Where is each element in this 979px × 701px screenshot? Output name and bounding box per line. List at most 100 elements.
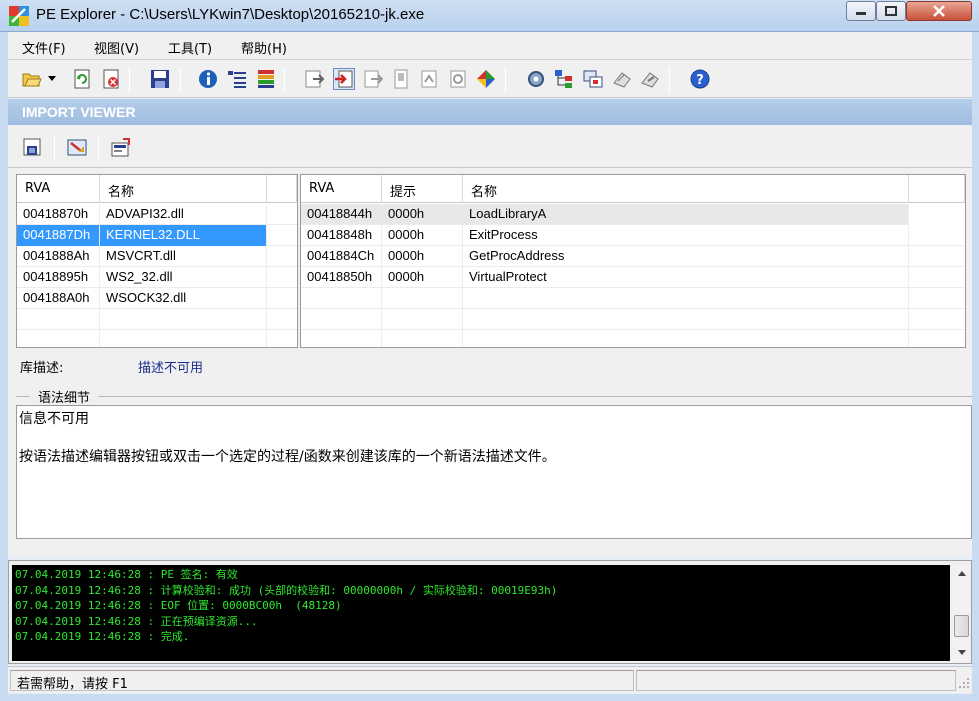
empty-cell xyxy=(382,288,463,309)
empty-cell xyxy=(463,330,909,347)
open-dropdown-button[interactable] xyxy=(46,68,58,90)
functions-grid: RVA 提示 名称 00418844h 0000h LoadLibraryA 0… xyxy=(300,174,966,348)
log-output[interactable]: 07.04.2019 12:46:28 : PE 签名: 有效 07.04.201… xyxy=(12,565,950,661)
menu-tools[interactable]: 工具(T) xyxy=(168,38,212,57)
column-header-filler xyxy=(267,175,297,203)
functions-grid-header: RVA 提示 名称 xyxy=(301,175,965,203)
export-list-button[interactable] xyxy=(110,136,132,158)
log-line: 07.04.2019 12:46:28 : 正在预编译资源... xyxy=(15,614,258,628)
library-rva: 0041888Ah xyxy=(17,246,100,267)
disassembler-button[interactable] xyxy=(525,68,547,90)
dependency-scanner-button[interactable] xyxy=(553,68,575,90)
column-header-rva[interactable]: RVA xyxy=(17,175,100,203)
data-directories-button[interactable] xyxy=(255,68,277,90)
info-button[interactable] xyxy=(197,68,219,90)
library-name: WSOCK32.dll xyxy=(100,288,267,309)
color-wheel-button[interactable] xyxy=(475,68,497,90)
toolbar-separator xyxy=(505,67,506,93)
menu-file[interactable]: 文件(F) xyxy=(22,38,66,57)
log-line: 07.04.2019 12:46:28 : PE 签名: 有效 xyxy=(15,568,238,581)
empty-cell xyxy=(301,309,382,330)
function-row-highlighted[interactable]: 00418844h 0000h LoadLibraryA xyxy=(301,204,909,225)
function-row[interactable]: 00418850h 0000h VirtualProtect xyxy=(301,267,965,288)
headers-icon xyxy=(228,71,246,88)
save-imports-button[interactable] xyxy=(22,136,44,158)
syntax-details-hint: 按语法描述编辑器按钮或双击一个选定的过程/函数来创建该库的一个新语法描述文件。 xyxy=(19,449,556,465)
info-icon xyxy=(199,70,217,88)
scroll-thumb[interactable] xyxy=(954,615,969,637)
window-frame-left xyxy=(0,32,8,701)
column-header-hint[interactable]: 提示 xyxy=(382,175,463,203)
syntax-editor-button[interactable] xyxy=(611,68,633,90)
scroll-down-button[interactable] xyxy=(953,644,970,661)
syntax-description-editor-icon xyxy=(67,139,87,156)
color-wheel-icon xyxy=(477,70,495,88)
empty-cell xyxy=(463,309,909,330)
function-row[interactable]: 00418848h 0000h ExitProcess xyxy=(301,225,965,246)
save-icon xyxy=(151,70,169,88)
empty-row xyxy=(301,288,965,309)
empty-cell xyxy=(463,288,909,309)
imports-icon xyxy=(335,70,353,88)
function-row[interactable]: 0041884Ch 0000h GetProcAddress xyxy=(301,246,965,267)
refresh-icon xyxy=(74,69,90,89)
function-name: LoadLibraryA xyxy=(463,204,909,225)
resource-editor-button[interactable] xyxy=(582,68,604,90)
tools-button[interactable] xyxy=(639,68,661,90)
function-rva: 0041884Ch xyxy=(301,246,382,267)
library-row[interactable]: 00418870h ADVAPI32.dll xyxy=(17,204,297,225)
log-scrollbar[interactable] xyxy=(953,565,970,661)
help-button[interactable]: ? xyxy=(689,68,711,90)
open-button[interactable] xyxy=(21,68,43,90)
reload-button[interactable] xyxy=(71,68,93,90)
export-list-icon xyxy=(111,138,130,157)
syntax-details-box[interactable]: 信息不可用 按语法描述编辑器按钮或双击一个选定的过程/函数来创建该库的一个新语法… xyxy=(16,405,972,539)
close-file-button[interactable] xyxy=(100,68,122,90)
library-name: WS2_32.dll xyxy=(100,267,267,288)
function-name: VirtualProtect xyxy=(463,267,909,288)
save-button[interactable] xyxy=(149,68,171,90)
empty-cell xyxy=(382,330,463,347)
dependencies-icon xyxy=(450,70,466,88)
title-bar: PE Explorer - C:\Users\LYKwin7\Desktop\2… xyxy=(0,0,979,32)
libraries-grid-header: RVA 名称 xyxy=(17,175,297,203)
empty-row xyxy=(17,330,297,347)
library-description-value: 描述不可用 xyxy=(138,361,204,376)
maximize-button[interactable] xyxy=(876,1,906,21)
empty-cell xyxy=(382,309,463,330)
function-hint: 0000h xyxy=(382,246,463,267)
library-rva: 00418895h xyxy=(17,267,100,288)
menu-view[interactable]: 视图(V) xyxy=(94,38,139,57)
dropdown-arrow-icon xyxy=(48,76,56,81)
column-header-name[interactable]: 名称 xyxy=(100,175,267,203)
status-cell-help: 若需帮助，请按 F1 xyxy=(10,670,634,692)
empty-cell xyxy=(301,288,382,309)
headers-button[interactable] xyxy=(226,68,248,90)
import-viewer-toolbar xyxy=(8,126,972,168)
import-viewer-content: RVA 名称 00418870h ADVAPI32.dll 0041887Dh … xyxy=(8,168,972,556)
library-row-selected[interactable]: 0041887Dh KERNEL32.DLL xyxy=(17,225,297,246)
column-header-filler xyxy=(909,175,965,203)
close-button[interactable] xyxy=(906,1,972,21)
svg-text:?: ? xyxy=(696,73,704,88)
resize-grip-icon[interactable] xyxy=(958,677,970,689)
library-description-label: 库描述: xyxy=(20,361,64,376)
log-line: 07.04.2019 12:46:28 : 完成. xyxy=(15,630,190,643)
scroll-up-button[interactable] xyxy=(953,565,970,582)
dependencies-button[interactable] xyxy=(447,68,469,90)
library-rva: 004188A0h xyxy=(17,288,100,309)
debug-button[interactable] xyxy=(418,68,440,90)
column-header-rva[interactable]: RVA xyxy=(301,175,382,203)
library-name: KERNEL32.DLL xyxy=(100,225,267,246)
resources-button[interactable] xyxy=(390,68,412,90)
library-row[interactable]: 004188A0h WSOCK32.dll xyxy=(17,288,297,309)
imports-button[interactable] xyxy=(333,68,355,90)
syntax-description-editor-button[interactable] xyxy=(66,136,88,158)
menu-help[interactable]: 帮助(H) xyxy=(241,38,287,57)
minimize-button[interactable] xyxy=(846,1,876,21)
column-header-name[interactable]: 名称 xyxy=(463,175,909,203)
exports-button[interactable] xyxy=(362,68,384,90)
library-row[interactable]: 00418895h WS2_32.dll xyxy=(17,267,297,288)
library-row[interactable]: 0041888Ah MSVCRT.dll xyxy=(17,246,297,267)
section-headers-button[interactable] xyxy=(304,68,326,90)
